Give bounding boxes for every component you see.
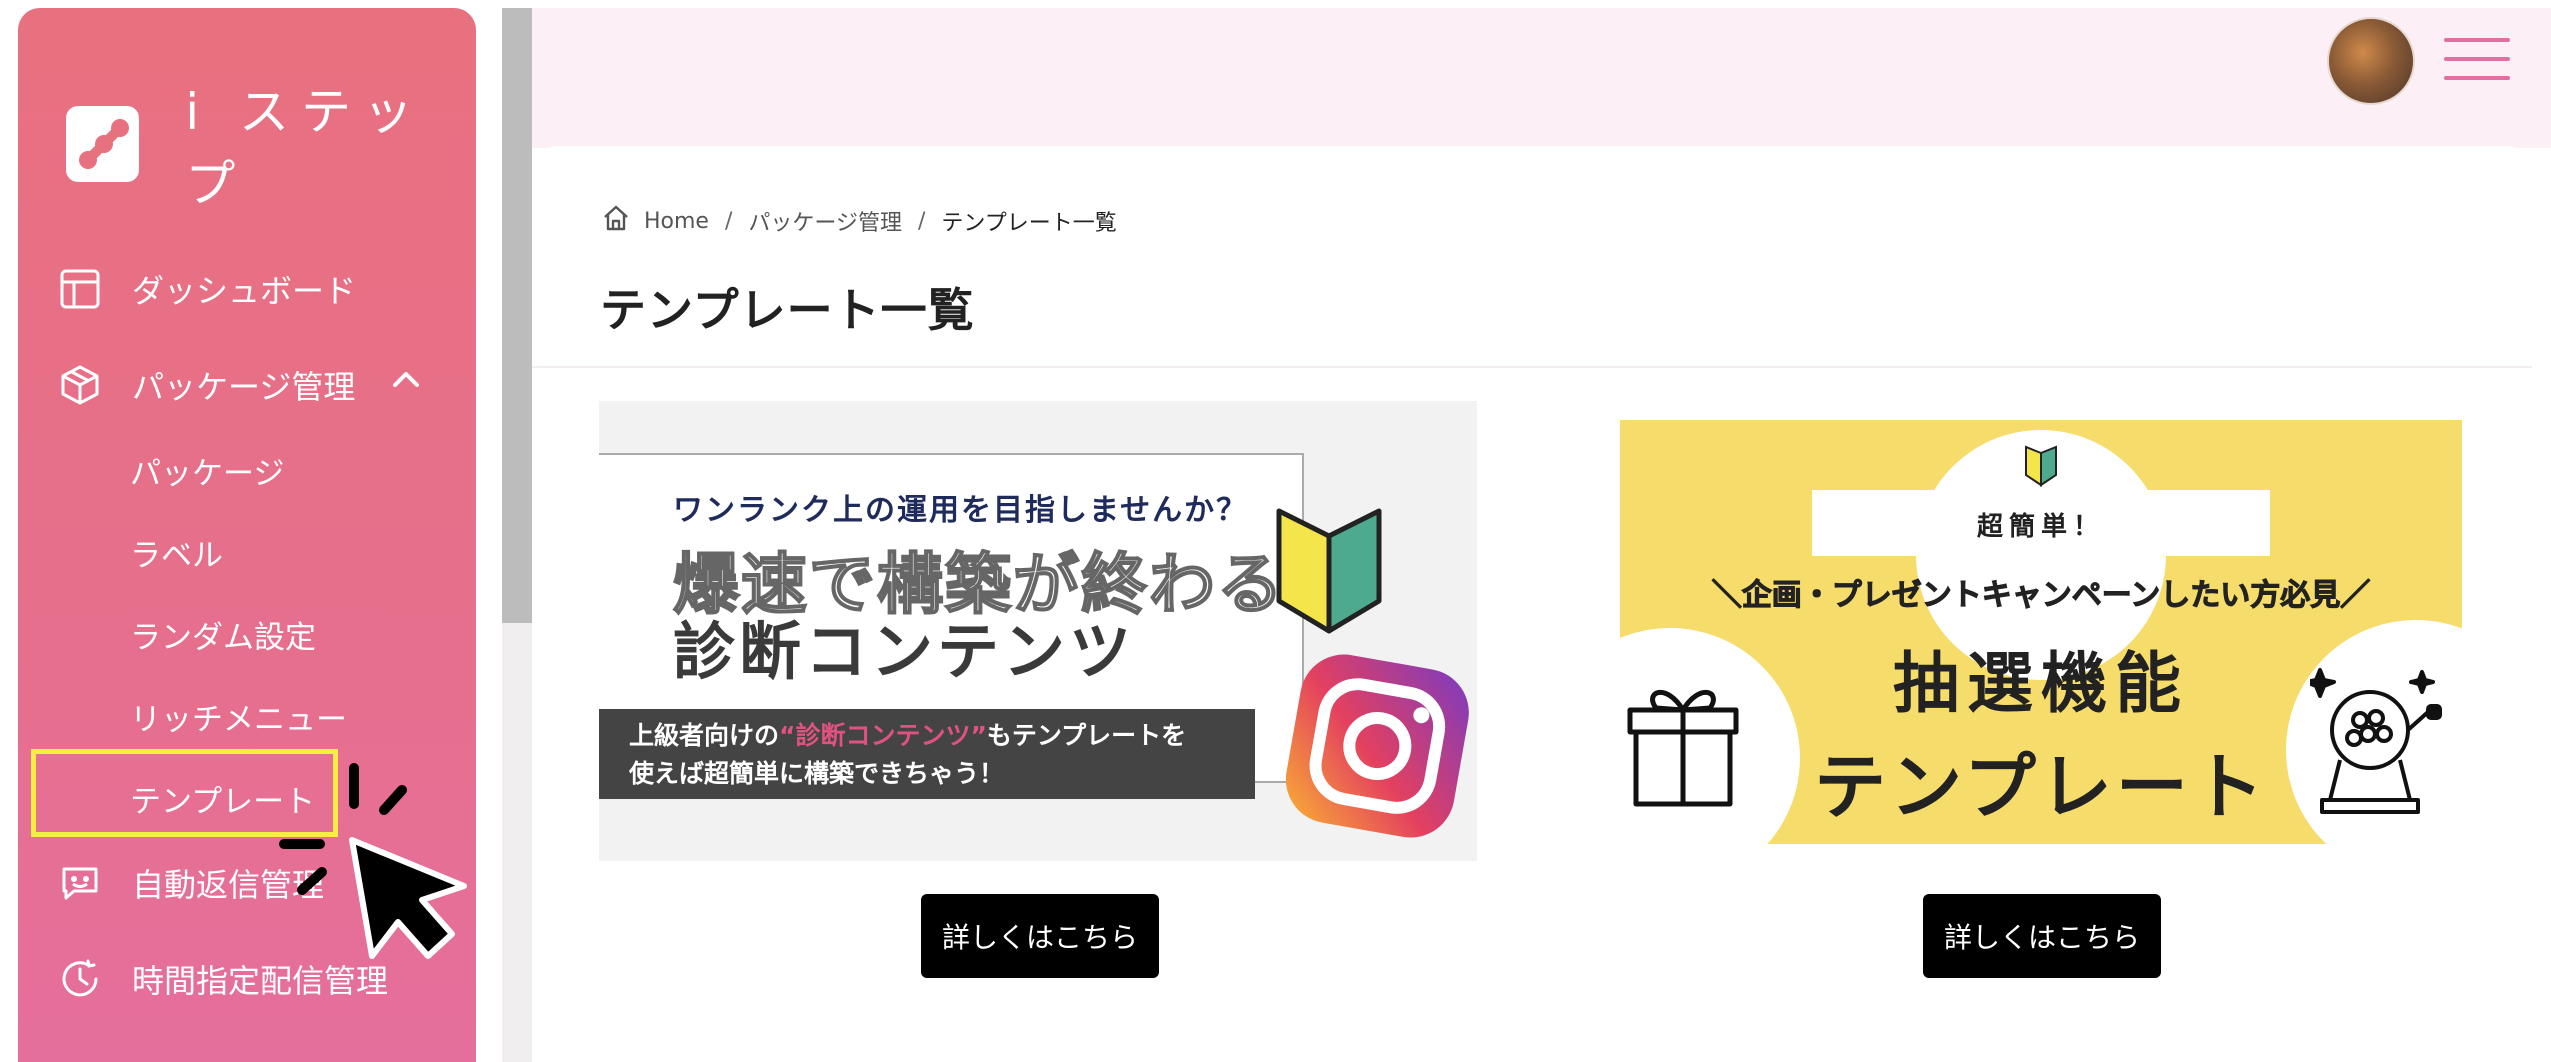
package-icon	[58, 363, 102, 407]
avatar[interactable]	[2327, 17, 2415, 105]
home-icon[interactable]	[602, 204, 630, 238]
banner-note-text: 上級者向けの	[629, 721, 780, 750]
chevron-up-icon[interactable]	[392, 370, 420, 392]
banner-note-text: もテンプレートを	[986, 721, 1187, 750]
gift-icon	[1626, 678, 1740, 812]
app-name: i ステップ	[185, 83, 426, 213]
banner-easy: 超簡単！	[1976, 512, 2105, 542]
divider	[532, 366, 2532, 368]
breadcrumb-current: テンプレート一覧	[941, 211, 1117, 236]
instagram-icon	[1272, 642, 1477, 854]
banner-title: 診断コンテンツ	[673, 615, 1136, 688]
banner-campaign: ＼企画・プレゼントキャンペーンしたい方必見／	[1711, 578, 2371, 614]
beginner-mark-icon	[2023, 445, 2059, 493]
page-title: テンプレート一覧	[600, 283, 975, 337]
scrollbar[interactable]	[502, 8, 532, 623]
beginner-mark-icon	[1269, 506, 1389, 660]
template-banner-diagnosis[interactable]: ワンランク上の運用を目指しませんか？ 爆速で構築が終わる 診断コンテンツ 上級者…	[599, 401, 1477, 861]
details-button-lottery[interactable]: 詳しくはこちら	[1923, 894, 2161, 978]
chat-bot-icon	[58, 861, 102, 905]
sidebar-item-label: ダッシュボード	[132, 272, 357, 310]
sidebar-item-dashboard[interactable]: ダッシュボード	[58, 266, 356, 312]
breadcrumb-package-mgmt[interactable]: パッケージ管理	[748, 205, 902, 237]
sidebar-subitem-richmenu[interactable]: リッチメニュー	[130, 694, 347, 739]
sidebar-subitem-package[interactable]: パッケージ	[130, 448, 284, 493]
breadcrumb-separator: /	[724, 208, 733, 234]
breadcrumb: Home / パッケージ管理 / テンプレート一覧	[602, 204, 1117, 238]
banner-note-highlight: “診断コンテンツ”	[779, 721, 987, 750]
breadcrumb-separator: /	[917, 208, 926, 234]
app-logo[interactable]: i ステップ	[66, 72, 476, 216]
lottery-machine-icon	[2304, 660, 2450, 824]
sidebar-subitem-label[interactable]: ラベル	[130, 530, 223, 575]
breadcrumb-home[interactable]: Home	[644, 209, 709, 234]
sidebar-subitem-random[interactable]: ランダム設定	[130, 612, 316, 657]
sidebar-item-package-mgmt[interactable]: パッケージ管理	[58, 362, 355, 408]
app-logo-icon	[66, 106, 140, 182]
cursor-icon	[272, 760, 482, 974]
details-button-diagnosis[interactable]: 詳しくはこちら	[921, 894, 1159, 978]
clock-icon	[58, 957, 102, 1001]
template-banner-lottery[interactable]: 超簡単！ ＼企画・プレゼントキャンペーンしたい方必見／ 抽選機能 テンプレート	[1620, 420, 2462, 844]
main-content: Home / パッケージ管理 / テンプレート一覧 テンプレート一覧 ワンランク…	[532, 146, 2532, 1062]
banner-note-text: 使えば超簡単に構築できちゃう！	[629, 759, 1005, 788]
banner-headline: ワンランク上の運用を目指しませんか？	[673, 493, 1249, 528]
menu-icon[interactable]	[2444, 36, 2510, 86]
sidebar-item-label: パッケージ管理	[132, 368, 356, 406]
dashboard-icon	[58, 267, 102, 311]
banner-note: 上級者向けの“診断コンテンツ”もテンプレートを 使えば超簡単に構築できちゃう！	[599, 709, 1255, 799]
topbar	[532, 8, 2551, 148]
